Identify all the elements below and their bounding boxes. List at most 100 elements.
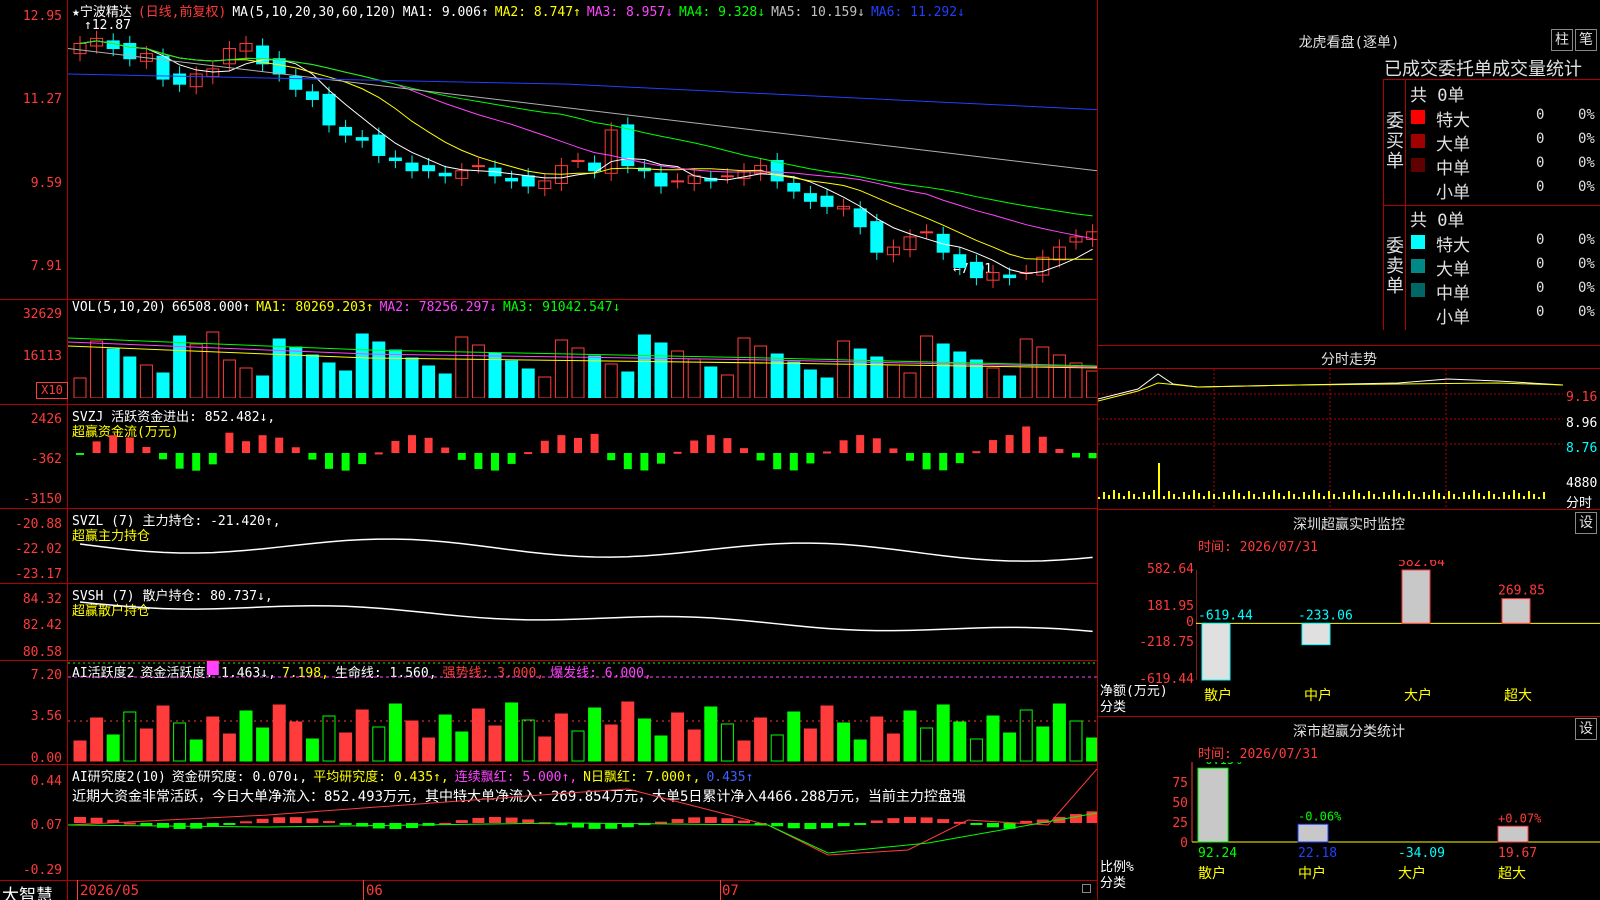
row-count: 0 xyxy=(1536,232,1545,248)
class-category: 超大 xyxy=(1498,866,1526,882)
class-tick: 25 xyxy=(1172,816,1188,831)
flow-bar xyxy=(706,435,715,453)
row-count: 0 xyxy=(1536,179,1545,195)
activity-bar xyxy=(853,739,867,762)
intraday-vol-bar xyxy=(1528,491,1530,499)
sz-class-settings-button[interactable]: 设 xyxy=(1575,718,1597,740)
research-bar xyxy=(256,818,269,823)
intraday-vol-bar xyxy=(1228,495,1230,499)
sz-monitor-chart[interactable]: -619.44 散户 -233.06 中户 582.64 大户 269.85 超大 xyxy=(1196,560,1600,710)
candle-body xyxy=(920,231,934,234)
order-row: 小单 0 0% xyxy=(1408,177,1598,203)
volume-bar xyxy=(538,376,552,398)
intraday-vol-bar xyxy=(1313,490,1315,499)
intraday-vol-bar xyxy=(1433,490,1435,499)
row-name: 大单 xyxy=(1436,260,1470,280)
intraday-vol-bar xyxy=(1243,496,1245,499)
candle-body xyxy=(770,160,784,182)
activity-bar xyxy=(837,722,851,762)
main-holding-chart[interactable] xyxy=(68,509,1097,583)
intraday-vol-bar xyxy=(1133,494,1135,499)
intraday-vol-bar xyxy=(1418,497,1420,499)
intraday-vol-bar xyxy=(1388,495,1390,499)
price-tick: 9.59 xyxy=(30,176,62,191)
activity-chart[interactable] xyxy=(68,661,1097,764)
intraday-vol-bar xyxy=(1468,495,1470,499)
research-chart[interactable] xyxy=(68,765,1097,880)
research-bar xyxy=(738,820,750,823)
research-bar xyxy=(572,823,584,828)
activity-bar xyxy=(305,738,319,762)
class-value-label: 92.24 xyxy=(1198,846,1237,861)
row-count: 0 xyxy=(1536,155,1545,171)
class-tick: 0 xyxy=(1180,836,1188,851)
intraday-vol-bar xyxy=(1108,495,1110,499)
intraday-vol-bar xyxy=(1373,494,1375,499)
fund-flow-chart[interactable] xyxy=(68,405,1097,508)
research-bar xyxy=(273,817,286,823)
activity-bar xyxy=(339,732,353,762)
row-name: 特大 xyxy=(1436,111,1470,131)
color-swatch xyxy=(1411,259,1425,273)
candle-body xyxy=(388,157,402,162)
activity-bar xyxy=(754,717,768,762)
row-name: 中单 xyxy=(1436,284,1470,304)
color-swatch xyxy=(1411,158,1425,172)
sz-monitor-title: 深圳超赢实时监控 xyxy=(1293,517,1405,533)
research-bar xyxy=(970,823,983,825)
flow-bar xyxy=(723,438,732,453)
volume-bar xyxy=(305,354,319,398)
row-count: 0 xyxy=(1536,107,1545,123)
sz-monitor-tick: 0 xyxy=(1186,615,1194,631)
retail-holding-chart[interactable] xyxy=(68,584,1097,660)
intraday-vol-bar xyxy=(1293,494,1295,499)
svzj-tick: -362 xyxy=(30,452,62,467)
activity-bar xyxy=(123,711,137,762)
brand-logo[interactable]: 大智慧 xyxy=(2,881,53,900)
intraday-tick: 9.16 xyxy=(1566,390,1598,405)
pen-view-button[interactable]: 笔 xyxy=(1575,29,1597,51)
sz-class-chart[interactable]: 75 50 25 0 -0.15% 92.24 散户 -0.06% 22.18 中户 -34.09 大… xyxy=(1150,762,1600,900)
volume-bar xyxy=(471,344,485,398)
volume-bar xyxy=(803,369,817,398)
main-holding-line xyxy=(79,538,1093,562)
monitor-bar xyxy=(1501,598,1531,624)
color-swatch xyxy=(1411,182,1425,196)
activity-bar xyxy=(953,721,967,762)
monitor-bar xyxy=(1301,622,1331,646)
research-bar xyxy=(771,823,784,827)
volume-bar xyxy=(1003,375,1017,398)
price-chart[interactable] xyxy=(68,18,1097,298)
candle-body xyxy=(787,182,801,192)
row-pct: 0% xyxy=(1578,179,1595,195)
intraday-chart[interactable] xyxy=(1098,369,1563,509)
activity-bar xyxy=(156,705,170,762)
volume-bar xyxy=(1036,346,1050,398)
class-value-label: 22.18 xyxy=(1298,846,1337,861)
intraday-vol-bar xyxy=(1138,497,1140,499)
intraday-vol-bar xyxy=(1483,496,1485,499)
volume-bar xyxy=(139,364,153,398)
candle-body xyxy=(969,261,983,279)
sz-class-time: 时间: 2026/07/31 xyxy=(1198,747,1318,762)
research-bar xyxy=(887,818,900,823)
volume-chart[interactable] xyxy=(68,318,1097,398)
flow-bar xyxy=(839,440,848,453)
legend-item: MA2: 78256.297↓ xyxy=(379,300,498,315)
intraday-vol-bar xyxy=(1128,491,1130,499)
lock-icon[interactable] xyxy=(1082,884,1091,893)
volume-bar xyxy=(720,374,734,398)
bar-view-button[interactable]: 柱 xyxy=(1551,29,1573,51)
flow-bar xyxy=(258,435,267,453)
intraday-vol-bar xyxy=(1478,493,1480,499)
intraday-vol-bar xyxy=(1098,497,1100,499)
volume-bar xyxy=(1052,354,1066,398)
activity-bar xyxy=(256,727,270,762)
flow-bar xyxy=(408,435,416,453)
class-bar xyxy=(1197,767,1229,843)
ai2-tick: 7.20 xyxy=(30,668,62,683)
activity-bar xyxy=(770,734,784,762)
sz-monitor-settings-button[interactable]: 设 xyxy=(1575,512,1597,534)
flow-bar xyxy=(607,453,616,461)
class-tick: 50 xyxy=(1172,796,1188,811)
